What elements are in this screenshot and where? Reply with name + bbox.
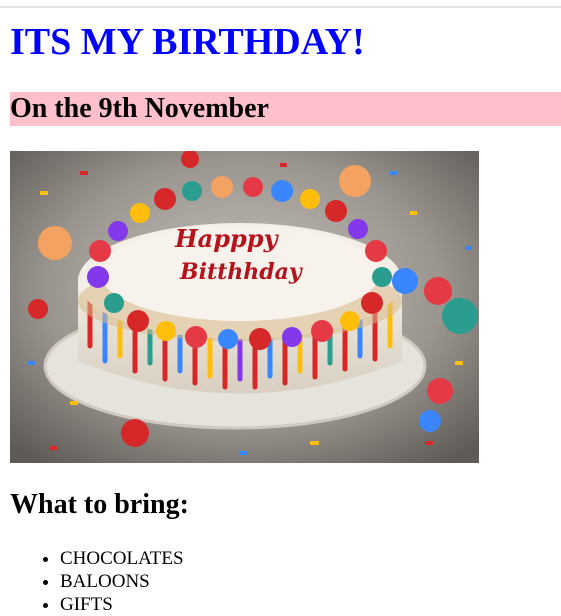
- list-item: BALOONS: [60, 570, 184, 593]
- list-item: CHOCOLATES: [60, 547, 184, 570]
- cake-text-line1: Happpy: [174, 224, 280, 253]
- top-divider: [0, 6, 561, 8]
- page-title: ITS MY BIRTHDAY!: [10, 21, 365, 63]
- birthday-cake-image: Happpy Bitthhday: [10, 151, 479, 463]
- list-item: GIFTS: [60, 593, 184, 616]
- bring-list: CHOCOLATES BALOONS GIFTS: [10, 547, 184, 616]
- date-banner: On the 9th November: [10, 92, 561, 126]
- cake-text-line2: Bitthhday: [179, 259, 304, 285]
- what-to-bring-heading: What to bring:: [10, 489, 189, 520]
